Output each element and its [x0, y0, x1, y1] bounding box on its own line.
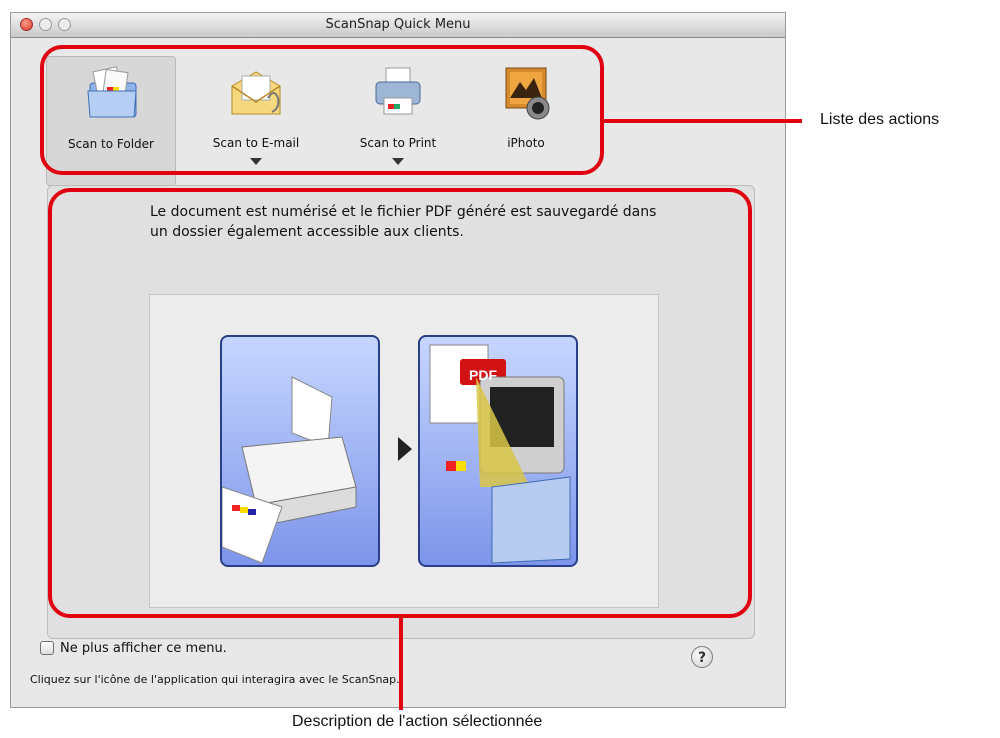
description-callout: Description de l'action sélectionnée	[292, 713, 543, 730]
hint-text: Cliquez sur l'icône de l'application qui…	[30, 673, 400, 686]
description-highlight	[48, 188, 752, 618]
actions-highlight	[40, 45, 604, 175]
window-title: ScanSnap Quick Menu	[325, 17, 471, 32]
dont-show-label: Ne plus afficher ce menu.	[60, 640, 227, 656]
description-callout-line	[399, 618, 403, 710]
dont-show-option[interactable]: Ne plus afficher ce menu.	[40, 639, 227, 657]
actions-callout: Liste des actions	[820, 111, 940, 128]
dont-show-checkbox[interactable]	[40, 641, 54, 655]
title-bar: ScanSnap Quick Menu	[11, 13, 785, 38]
help-button[interactable]: ?	[691, 646, 713, 668]
actions-callout-line	[604, 119, 802, 123]
